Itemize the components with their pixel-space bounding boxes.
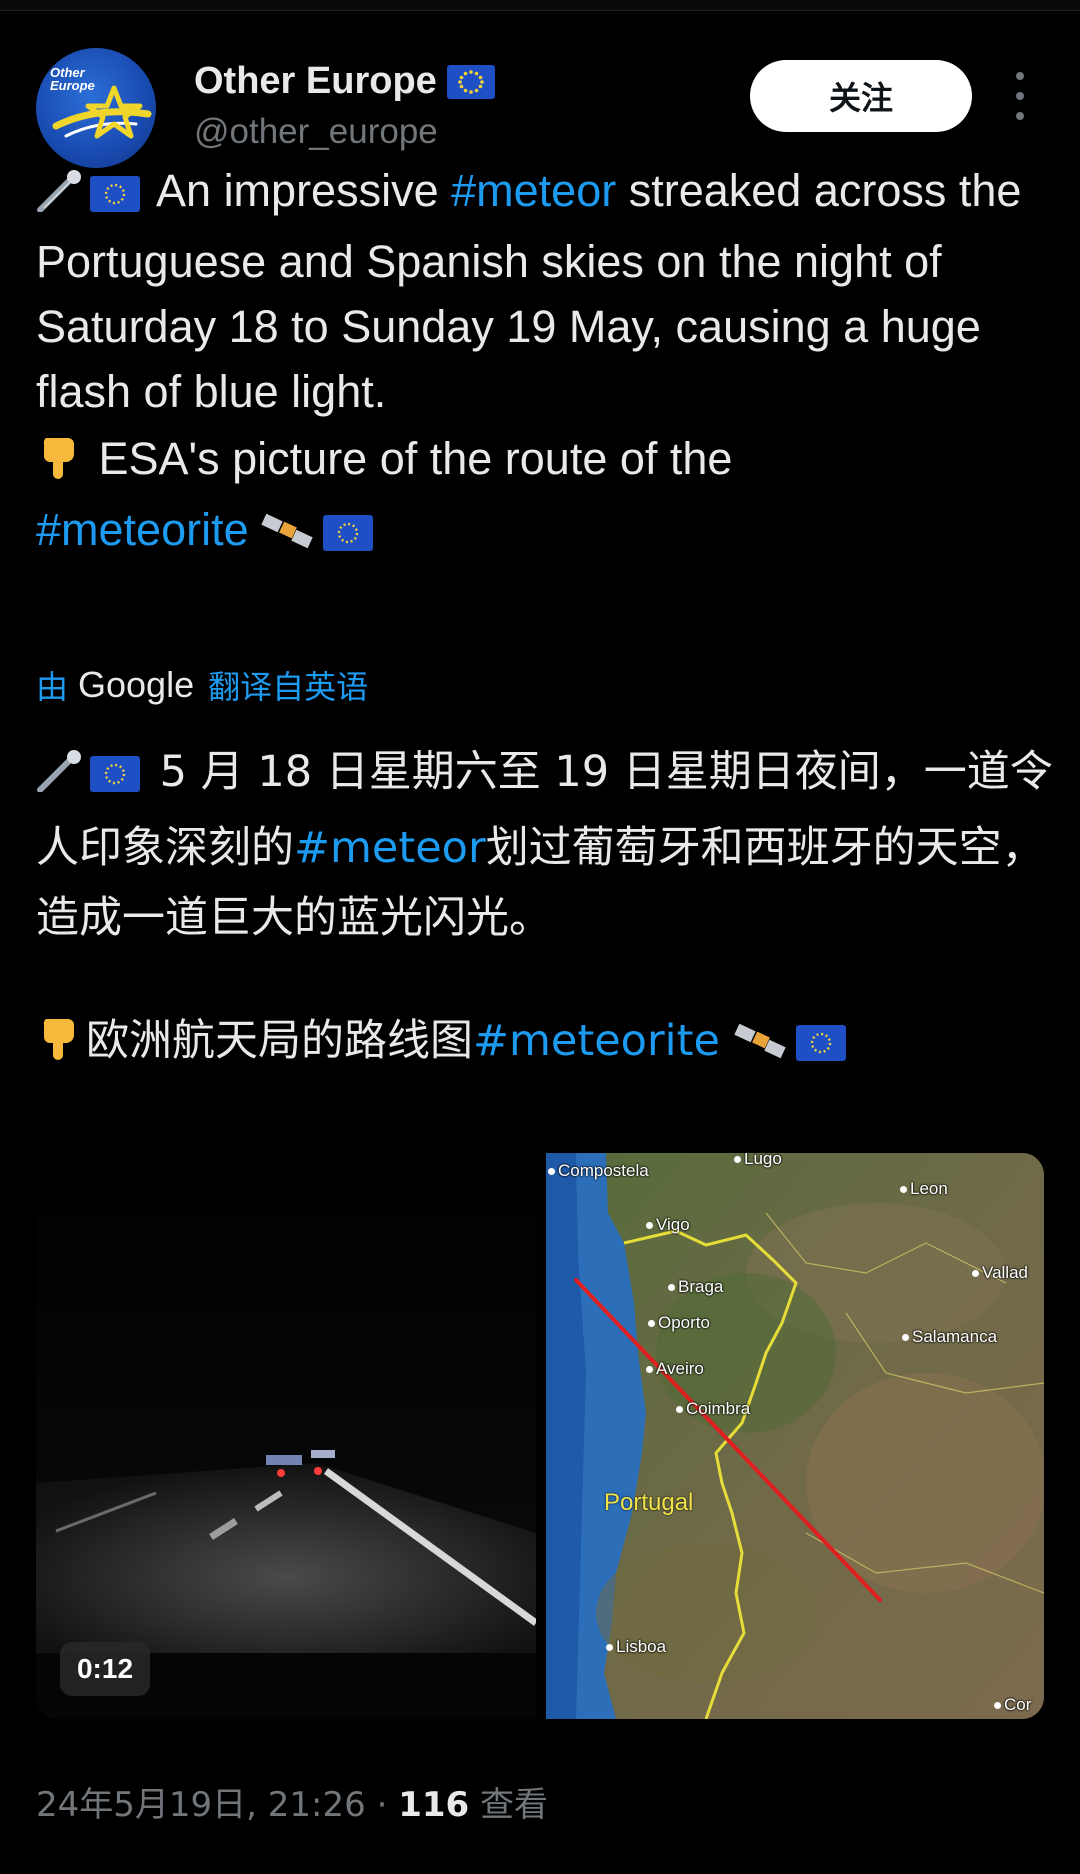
- eu-flag-emoji-icon: [90, 743, 140, 813]
- google-logo: Google: [78, 664, 195, 705]
- eu-flag-emoji-icon: [90, 164, 140, 229]
- translated-paragraph-2: 欧洲航天局的路线图#meteorite: [36, 1006, 1056, 1082]
- map-label-lisboa: Lisboa: [606, 1637, 666, 1657]
- map-label-cordoba: Cor: [994, 1695, 1031, 1715]
- comet-icon: [36, 743, 84, 813]
- map-label-aveiro: Aveiro: [646, 1359, 704, 1379]
- point-down-icon: [36, 1012, 80, 1082]
- map-label-vigo: Vigo: [646, 1215, 690, 1235]
- map-label-coimbra: Coimbra: [676, 1399, 750, 1419]
- map-label-leon: Leon: [900, 1179, 948, 1199]
- display-name-text: Other Europe: [194, 60, 437, 102]
- eu-flag-emoji-icon: [323, 503, 374, 568]
- meteor-route-map[interactable]: Compostela Lugo Leon Vigo Braga Vallad O…: [546, 1153, 1044, 1719]
- handle[interactable]: @other_europe: [194, 112, 438, 152]
- separator-dot: ·: [365, 1785, 399, 1825]
- view-count[interactable]: 116: [398, 1785, 469, 1825]
- hashtag-meteor-link[interactable]: #meteor: [294, 823, 486, 873]
- tweet-text-2: ESA's picture of the route of the: [86, 433, 733, 484]
- avatar-text-line2: Europe: [50, 78, 95, 93]
- map-label-salamanca: Salamanca: [902, 1327, 997, 1347]
- translated-by-label: 由: [36, 668, 69, 706]
- video-duration-badge: 0:12: [60, 1642, 150, 1696]
- video-frame-road: [36, 1153, 536, 1719]
- avatar[interactable]: Other Europe: [36, 48, 156, 168]
- video-player[interactable]: [36, 1153, 536, 1719]
- map-terrain: [546, 1153, 1044, 1719]
- tweet-metadata: 24年5月19日, 21:26 · 116 查看: [36, 1777, 548, 1826]
- comet-icon: [36, 164, 84, 229]
- tweet-paragraph-1: An impressive #meteor streaked across th…: [36, 158, 1046, 424]
- map-label-compostela: Compostela: [548, 1161, 649, 1181]
- hashtag-meteorite-link[interactable]: #meteorite: [473, 1016, 720, 1066]
- follow-button[interactable]: 关注: [750, 60, 972, 132]
- map-label-braga: Braga: [668, 1277, 723, 1297]
- translated-from-label: 翻译自英语: [208, 668, 369, 706]
- map-label-lugo: Lugo: [734, 1153, 782, 1169]
- satellite-icon: [261, 503, 317, 568]
- map-label-portugal: Portugal: [604, 1489, 694, 1516]
- timestamp[interactable]: 24年5月19日, 21:26: [36, 1785, 366, 1825]
- tweet-paragraph-2: ESA's picture of the route of the #meteo…: [36, 426, 1046, 568]
- point-down-icon: [36, 432, 80, 497]
- tweet-text-1a: An impressive: [146, 165, 452, 216]
- top-divider: [0, 0, 1080, 11]
- hashtag-meteorite-link[interactable]: #meteorite: [36, 504, 249, 555]
- eu-flag-emoji-icon: [795, 1012, 846, 1082]
- translated-paragraph-1: 5 月 18 日星期六至 19 日星期日夜间，一道令人印象深刻的#meteor划…: [36, 737, 1056, 953]
- hashtag-meteor-link[interactable]: #meteor: [451, 165, 616, 216]
- translated-text-2: 欧洲航天局的路线图: [86, 1016, 473, 1066]
- translation-attribution[interactable]: 由 Google 翻译自英语: [36, 662, 368, 708]
- more-icon[interactable]: [1008, 72, 1032, 120]
- views-label: 查看: [469, 1785, 548, 1825]
- display-name[interactable]: Other Europe: [194, 60, 495, 103]
- eu-flag-icon: [446, 64, 495, 99]
- avatar-text: Other Europe: [50, 66, 95, 92]
- satellite-icon: [733, 1012, 790, 1082]
- map-label-valladolid: Vallad: [972, 1263, 1028, 1283]
- map-label-oporto: Oporto: [648, 1313, 710, 1333]
